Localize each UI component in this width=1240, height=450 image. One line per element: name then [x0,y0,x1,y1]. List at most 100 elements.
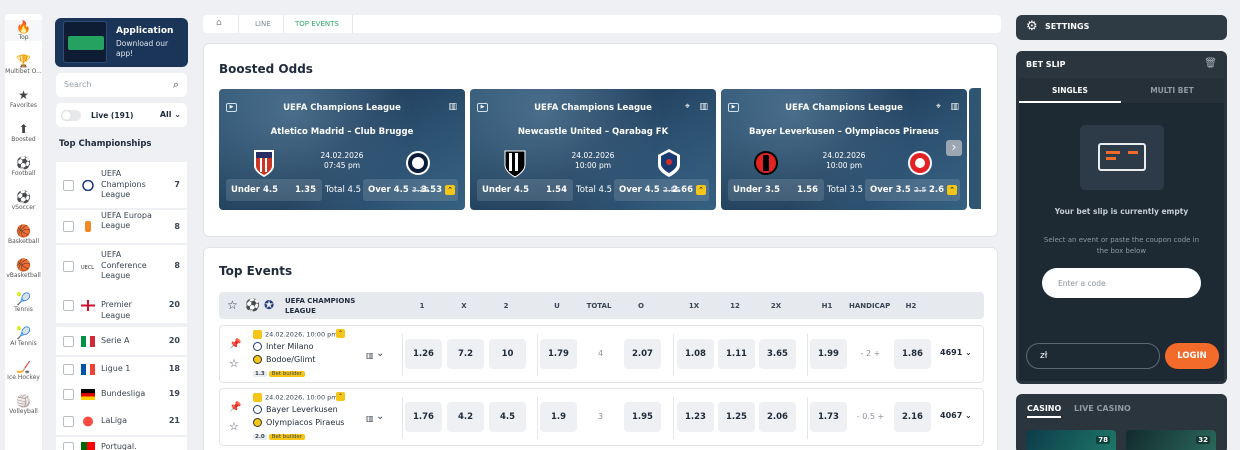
odds-button[interactable]: 10 [489,339,526,369]
tab-multi-bet[interactable]: MULTI BET [1121,86,1223,95]
sidebar-item-tennis[interactable]: 🎾 Tennis [5,292,42,313]
odds-button[interactable]: 4.2 [447,402,484,432]
championship-item[interactable]: Bundesliga 19 [56,381,187,407]
login-button[interactable]: LOGIN [1165,343,1219,369]
over-odds-button[interactable]: Over 4.5 2.55 2.66 ⌃ [614,179,709,201]
odds-button[interactable]: 2.06 [759,402,796,432]
tab-casino[interactable]: CASINO [1027,404,1062,418]
odds-button[interactable]: 1.26 [405,339,442,369]
odds-button[interactable]: 1.76 [405,402,442,432]
stats-icon[interactable]: ▥ [366,414,374,423]
star-icon[interactable]: ☆ [227,298,238,312]
live-filter-select[interactable]: All ⌄ [160,110,181,119]
championship-checkbox[interactable] [63,441,74,450]
settings-button[interactable]: ⚙ SETTINGS [1016,15,1227,40]
sport-icon: 🏀 [16,224,31,238]
breadcrumb-line[interactable]: LINE [255,20,271,28]
event-row[interactable]: 📌 ☆ 24.02.2026, 10:00 pm ⌃ Inter Milano Bodoe… [219,325,984,383]
over-odds-button[interactable]: Over 3.5 2.5 2.6 ⌃ [865,179,960,201]
odds-button[interactable]: 7.2 [447,339,484,369]
coupon-code-input[interactable]: Enter a code [1042,268,1201,298]
under-odds-button[interactable]: Under 4.5 1.54 [477,179,573,201]
boosted-odds-card[interactable]: ▶ ⌖ ▥ UEFA Champions League Bayer Leverkusen… [721,89,967,210]
boosted-odds-card[interactable]: ▶ ▥ UEFA Champions League Atletico Madrid –… [219,89,465,210]
sidebar-item-top[interactable]: 🔥 Top [5,20,42,41]
championship-checkbox[interactable] [63,363,74,375]
odds-button[interactable]: 1.25 [718,402,755,432]
championship-checkbox[interactable] [63,415,74,427]
odds-button[interactable]: 1.11 [718,339,755,369]
chevron-down-icon: ⌄ [174,110,181,119]
event-row[interactable]: 📌 ☆ 24.02.2026, 10:00 pm ⌃ Bayer Leverkusen O… [219,388,984,446]
championship-item[interactable]: Ligue 1 18 [56,357,187,381]
sidebar-item-multibet-o-[interactable]: 🏆 Multibet O... [5,54,42,75]
sidebar-item-volleyball[interactable]: 🏐 Volleyball [5,394,42,415]
championship-item[interactable]: UEFA Europa League 8 [56,210,187,243]
odds-button[interactable]: 3.65 [759,339,796,369]
more-markets-button[interactable]: 4691 ⌄ [940,348,972,357]
total-label: Total 3.5 [827,185,864,195]
sidebar-item-vbasketball[interactable]: 🏀 vBasketball [5,258,42,279]
odds-button[interactable]: 1.99 [810,339,847,369]
sidebar-item-favorites[interactable]: ★ Favorites [5,88,42,109]
chevron-down-icon[interactable]: ⌄ [376,411,384,422]
search-input[interactable]: Search ⌕ [56,73,187,97]
under-odds-button[interactable]: Under 3.5 1.56 [728,179,824,201]
odds-button[interactable]: 1.23 [677,402,714,432]
chevron-down-icon[interactable]: ⌄ [376,348,384,359]
under-odds-button[interactable]: Under 4.5 1.35 [226,179,322,201]
breadcrumb-top-events[interactable]: TOP EVENTS [295,20,339,28]
casino-game-tile[interactable]: 78 [1026,430,1116,450]
boosted-odds-card[interactable]: ▶ ⌖ ▥ UEFA Champions League Newcastle United… [470,89,716,210]
odds-button[interactable]: 1.79 [540,339,577,369]
app-promo-banner[interactable]: Application Download our app! [55,18,188,67]
pin-icon[interactable]: 📌 [229,339,241,350]
team-home: Bayer Leverkusen [253,405,338,414]
odds-button[interactable]: 1.08 [677,339,714,369]
over-odds-button[interactable]: Over 4.5 3.35 3.53 ⌃ [363,179,458,201]
championship-checkbox[interactable] [63,179,74,191]
odds-button[interactable]: 1.86 [894,339,931,369]
carousel-next-button[interactable]: › [946,140,962,156]
column-header: TOTAL [586,302,612,310]
star-icon[interactable]: ☆ [229,357,239,370]
championship-checkbox[interactable] [63,388,74,400]
odds-button[interactable]: 1.9 [540,402,577,432]
stats-icon[interactable]: ▥ [366,351,374,360]
championship-item[interactable]: Premier League 20 [56,287,187,323]
sidebar-item-basketball[interactable]: 🏀 Basketball [5,224,42,245]
boost-icon: ⌃ [696,185,706,195]
tab-live-casino[interactable]: LIVE CASINO [1074,404,1131,413]
championship-item[interactable]: Portugal. [56,437,187,450]
live-toggle[interactable] [61,110,81,121]
sport-icon-rail: 🔥 Top 🏆 Multibet O... ★ Favorites ⬆ Boosted ⚽ Foo… [5,14,42,450]
championship-checkbox[interactable] [63,335,74,347]
star-icon[interactable]: ☆ [229,420,239,433]
sidebar-item-ice-hockey[interactable]: 🏒 Ice Hockey [5,360,42,381]
odds-button[interactable]: 4.5 [489,402,526,432]
tab-singles[interactable]: SINGLES [1019,86,1121,103]
home-icon[interactable]: ⌂ [216,18,222,28]
trash-icon[interactable]: 🗑 [1204,58,1217,69]
odds-button[interactable]: 2.07 [624,339,661,369]
championship-checkbox[interactable] [63,221,74,232]
sidebar-item-vsoccer[interactable]: ⚽ vSoccer [5,190,42,211]
championship-item[interactable]: LaLiga 21 [56,407,187,435]
sidebar-item-football[interactable]: ⚽ Football [5,156,42,177]
championship-item[interactable]: UEFA Champions League 7 [56,162,187,208]
more-markets-button[interactable]: 4067 ⌄ [940,411,972,420]
championship-name: Premier League [101,300,132,320]
odds-button[interactable]: 1.95 [624,402,661,432]
pin-icon[interactable]: 📌 [229,402,241,413]
championship-checkbox[interactable] [63,299,74,311]
championship-item[interactable]: UECL UEFA Conference League 8 [56,245,187,287]
championship-item[interactable]: Serie A 20 [56,327,187,355]
sidebar-item-ai-tennis[interactable]: 🎾 AI Tennis [5,326,42,347]
currency-field[interactable]: zł [1026,343,1160,369]
casino-game-tile[interactable]: 32 [1126,430,1216,450]
odds-button[interactable]: 2.16 [894,402,931,432]
sidebar-item-boosted[interactable]: ⬆ Boosted [5,122,42,143]
odds-button[interactable]: 1.73 [810,402,847,432]
search-icon[interactable]: ⌕ [173,78,179,92]
championship-checkbox[interactable] [63,260,74,272]
